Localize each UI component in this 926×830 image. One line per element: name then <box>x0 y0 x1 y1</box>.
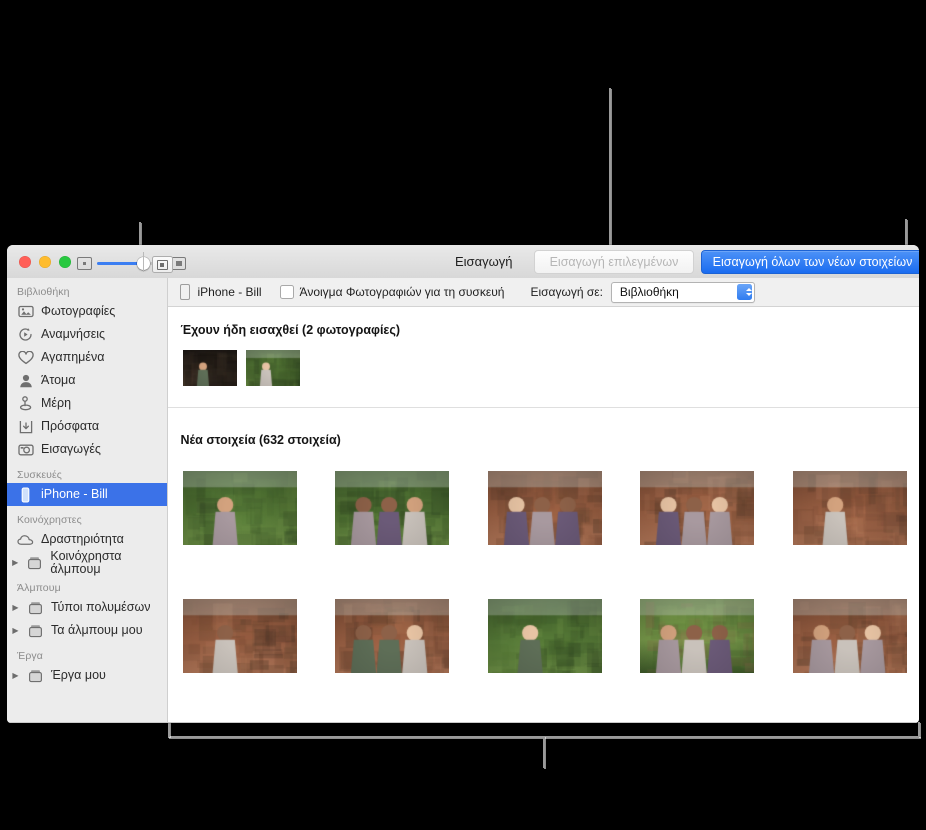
sidebar-item-photos[interactable]: Φωτογραφίες <box>7 300 167 323</box>
recents-icon <box>17 419 34 435</box>
sidebar-item-iphone-bill[interactable]: iPhone - Bill <box>7 483 167 506</box>
import-to-label: Εισαγωγή σε: <box>530 285 603 299</box>
sidebar-item-favorites[interactable]: Αγαπημένα <box>7 346 167 369</box>
import-to-popup[interactable]: Βιβλιοθήκη <box>610 281 755 303</box>
photo-thumbnail[interactable] <box>182 471 297 545</box>
album-icon <box>26 555 43 571</box>
sidebar-item-my-albums[interactable]: ▶ Τα άλμπουμ μου <box>7 619 167 642</box>
photo-thumbnail[interactable] <box>792 471 907 545</box>
sidebar-item-label: Άτομα <box>41 373 76 388</box>
photo-thumbnail[interactable] <box>335 599 449 673</box>
sidebar-item-label: Πρόσφατα <box>41 419 100 434</box>
person-icon <box>17 373 34 389</box>
pin-icon <box>17 396 34 412</box>
album-icon <box>27 623 44 639</box>
photo-thumbnail[interactable] <box>640 599 754 673</box>
iphone-icon <box>17 486 34 503</box>
sidebar-item-label: Αγαπημένα <box>41 350 105 365</box>
window-title: Εισαγωγή <box>455 254 513 269</box>
photos-import-window: Εισαγωγή Εισαγωγή επιλεγμένων Εισαγωγή ό… <box>7 245 919 723</box>
screenshot-stage: Εισαγωγή Εισαγωγή επιλεγμένων Εισαγωγή ό… <box>0 0 926 830</box>
camera-icon <box>17 442 34 458</box>
toolbar-separator <box>143 252 144 272</box>
device-bar: iPhone - Bill Άνοιγμα Φωτογραφιών για τη… <box>167 278 919 307</box>
open-photos-checkbox[interactable] <box>279 285 294 299</box>
memories-icon <box>17 327 34 343</box>
sidebar-item-label: Αναμνήσεις <box>41 327 106 342</box>
photo-thumbnail[interactable] <box>182 350 237 386</box>
photo-thumbnail[interactable] <box>792 599 907 673</box>
cloud-icon <box>17 532 34 548</box>
sidebar-item-shared-albums[interactable]: ▶ Κοινόχρηστα άλμπουμ <box>7 549 167 576</box>
sidebar-header-projects: Έργα <box>17 650 43 662</box>
sidebar-header-devices: Συσκευές <box>17 469 62 481</box>
large-thumbnail-icon[interactable] <box>171 257 186 270</box>
album-icon <box>27 668 44 684</box>
chevron-updown-icon[interactable] <box>737 283 753 300</box>
content-callout-bracket-right <box>918 722 920 737</box>
info-panel-icon[interactable] <box>152 256 173 273</box>
sidebar-header-shared: Κοινόχρηστες <box>17 514 82 526</box>
zoom-button[interactable] <box>59 256 71 268</box>
small-thumbnail-icon[interactable] <box>77 257 92 270</box>
sidebar-item-people[interactable]: Άτομα <box>7 369 167 392</box>
device-name: iPhone - Bill <box>197 285 262 299</box>
import-selected-button[interactable]: Εισαγωγή επιλεγμένων <box>534 250 694 274</box>
sidebar-header-library: Βιβλιοθήκη <box>17 286 70 298</box>
new-items-title: Νέα στοιχεία (632 στοιχεία) <box>180 433 341 447</box>
sidebar-header-albums: Άλμπουμ <box>17 582 61 594</box>
sidebar-item-label: Έργα μου <box>51 668 106 683</box>
import-to-value: Βιβλιοθήκη <box>619 285 679 299</box>
photos-icon <box>17 304 34 320</box>
photo-thumbnail[interactable] <box>245 350 300 386</box>
chevron-right-icon[interactable]: ▶ <box>11 603 20 612</box>
already-imported-title: Έχουν ήδη εισαχθεί (2 φωτογραφίες) <box>180 323 401 337</box>
sidebar-item-label: iPhone - Bill <box>41 487 108 502</box>
content-callout-bracket-left <box>168 722 170 737</box>
heart-icon <box>17 350 34 366</box>
sidebar-item-media-types[interactable]: ▶ Τύποι πολυμέσων <box>7 596 167 619</box>
section-divider <box>167 407 919 408</box>
sidebar[interactable]: Βιβλιοθήκη Φωτογραφίες Αναμνήσεις Αγαπημ… <box>7 278 168 723</box>
window-titlebar: Εισαγωγή Εισαγωγή επιλεγμένων Εισαγωγή ό… <box>7 245 919 279</box>
content-callout-stem <box>543 736 545 768</box>
photo-thumbnail[interactable] <box>640 471 754 545</box>
photo-thumbnail[interactable] <box>182 599 297 673</box>
chevron-right-icon[interactable]: ▶ <box>11 558 19 567</box>
open-photos-checkbox-label: Άνοιγμα Φωτογραφιών για τη συσκευή <box>299 285 505 299</box>
chevron-right-icon[interactable]: ▶ <box>11 671 20 680</box>
import-all-button[interactable]: Εισαγωγή όλων των νέων στοιχείων <box>701 250 919 274</box>
sidebar-item-label: Φωτογραφίες <box>41 304 116 319</box>
sidebar-item-activity[interactable]: Δραστηριότητα <box>7 528 167 551</box>
sidebar-item-label: Μέρη <box>41 396 72 411</box>
photo-thumbnail[interactable] <box>335 471 449 545</box>
sidebar-item-label: Εισαγωγές <box>41 442 101 457</box>
window-bottom-edge <box>7 722 919 723</box>
sidebar-item-places[interactable]: Μέρη <box>7 392 167 415</box>
album-icon <box>27 600 44 616</box>
sidebar-item-recents[interactable]: Πρόσφατα <box>7 415 167 438</box>
chevron-right-icon[interactable]: ▶ <box>11 626 20 635</box>
sidebar-item-imports[interactable]: Εισαγωγές <box>7 438 167 461</box>
window-controls <box>19 256 71 268</box>
photo-thumbnail[interactable] <box>487 599 602 673</box>
sidebar-item-memories[interactable]: Αναμνήσεις <box>7 323 167 346</box>
close-button[interactable] <box>19 256 31 268</box>
sidebar-item-label: Δραστηριότητα <box>41 532 124 547</box>
photo-thumbnail[interactable] <box>487 471 602 545</box>
thumbnail-size-slider[interactable] <box>97 256 150 270</box>
sidebar-item-label: Κοινόχρηστα άλμπουμ <box>50 549 122 576</box>
minimize-button[interactable] <box>39 256 51 268</box>
import-content-area: iPhone - Bill Άνοιγμα Φωτογραφιών για τη… <box>167 278 919 723</box>
iphone-icon <box>179 284 190 300</box>
sidebar-item-label: Τύποι πολυμέσων <box>51 600 151 615</box>
sidebar-item-my-projects[interactable]: ▶ Έργα μου <box>7 664 167 687</box>
sidebar-item-label: Τα άλμπουμ μου <box>51 623 143 638</box>
